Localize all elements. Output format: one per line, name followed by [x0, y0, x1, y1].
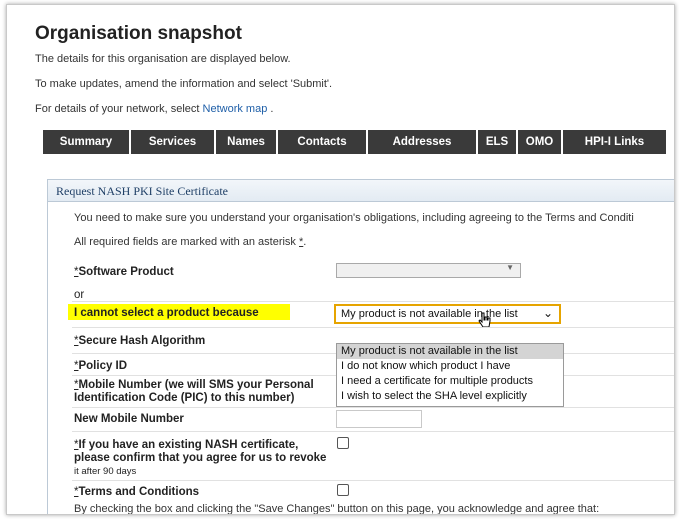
tab-services[interactable]: Services	[131, 130, 216, 154]
tab-omo[interactable]: OMO	[518, 130, 563, 154]
intro-text-3: For details of your network, select Netw…	[35, 103, 273, 115]
policy-id-label: *Policy ID	[74, 360, 127, 373]
software-product-label: *Software Product	[74, 266, 174, 279]
hash-algorithm-label-text: Secure Hash Algorithm	[78, 335, 206, 347]
divider	[72, 327, 674, 328]
software-product-label-text: Software Product	[78, 266, 174, 278]
option-dont-know[interactable]: I do not know which product I have	[337, 359, 563, 374]
mobile-label-line2: Identification Code (PIC) to this number…	[74, 392, 295, 404]
cannot-select-reason-select[interactable]: My product is not available in the list …	[334, 304, 561, 324]
divider	[72, 301, 674, 302]
option-sha-level[interactable]: I wish to select the SHA level explicitl…	[337, 389, 563, 404]
new-mobile-input[interactable]	[336, 410, 422, 428]
existing-cert-line2: please confirm that you agree for us to …	[74, 452, 327, 464]
new-mobile-label: New Mobile Number	[74, 413, 184, 425]
divider	[72, 431, 674, 432]
revoke-consent-checkbox[interactable]	[337, 437, 349, 449]
required-note-suffix: .	[303, 236, 307, 248]
tab-contacts[interactable]: Contacts	[278, 130, 368, 154]
nash-certificate-panel: Request NASH PKI Site Certificate You ne…	[47, 179, 674, 515]
option-not-available[interactable]: My product is not available in the list	[337, 344, 563, 359]
option-multiple-products[interactable]: I need a certificate for multiple produc…	[337, 374, 563, 389]
page-title: Organisation snapshot	[35, 23, 242, 44]
policy-id-label-text: Policy ID	[78, 360, 128, 372]
network-map-link[interactable]: Network map	[203, 103, 268, 115]
panel-heading: Request NASH PKI Site Certificate	[48, 179, 674, 202]
cannot-select-label: I cannot select a product because	[74, 307, 259, 319]
intro-text-1: The details for this organisation are di…	[35, 53, 291, 65]
obligations-notice: You need to make sure you understand you…	[74, 212, 634, 224]
hand-cursor-icon	[478, 312, 491, 328]
dropdown-arrow-icon: ▼	[506, 263, 514, 272]
tab-summary[interactable]: Summary	[43, 130, 131, 154]
intro-text-3-prefix: For details of your network, select	[35, 103, 200, 115]
tab-names[interactable]: Names	[216, 130, 278, 154]
mobile-number-label: *Mobile Number (we will SMS your Persona…	[74, 379, 314, 405]
cannot-select-options-list: My product is not available in the list …	[336, 343, 564, 407]
existing-cert-label: *If you have an existing NASH certificat…	[74, 439, 326, 478]
window-frame: Organisation snapshot The details for th…	[6, 4, 675, 515]
required-note-text: All required fields are marked with an a…	[74, 236, 296, 248]
tab-hpi-i-links[interactable]: HPI-I Links	[563, 130, 668, 154]
divider	[72, 480, 674, 481]
tab-els[interactable]: ELS	[478, 130, 518, 154]
tab-bar: Summary Services Names Contacts Addresse…	[43, 130, 674, 154]
tab-addresses[interactable]: Addresses	[368, 130, 478, 154]
chevron-down-icon: ⌄	[542, 306, 553, 320]
software-product-select[interactable]: ▼	[336, 263, 521, 278]
intro-text-2: To make updates, amend the information a…	[35, 78, 333, 90]
hash-algorithm-label: *Secure Hash Algorithm	[74, 335, 205, 348]
divider	[72, 407, 674, 408]
mobile-label-line1: Mobile Number (we will SMS your Personal	[78, 379, 314, 391]
existing-cert-line1: If you have an existing NASH certificate…	[78, 439, 299, 451]
terms-label: *Terms and Conditions	[74, 486, 199, 499]
terms-label-text: Terms and Conditions	[78, 486, 200, 498]
intro-text-3-suffix: .	[270, 103, 274, 115]
required-note: All required fields are marked with an a…	[74, 236, 306, 248]
terms-text: By checking the box and clicking the "Sa…	[74, 503, 600, 515]
terms-checkbox[interactable]	[337, 484, 349, 496]
existing-cert-line3: it after 90 days	[74, 466, 137, 477]
